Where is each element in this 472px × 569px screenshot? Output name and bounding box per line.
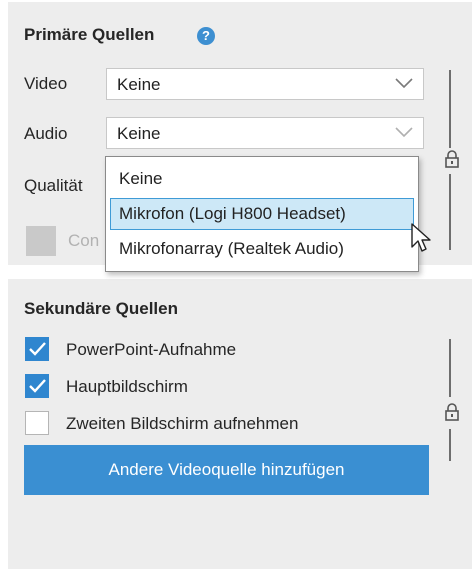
chevron-down-icon	[395, 78, 413, 89]
main-screen-checkbox[interactable]	[25, 374, 49, 398]
question-circle-icon[interactable]: ?	[197, 27, 215, 45]
video-select[interactable]: Keine	[106, 68, 424, 100]
video-label: Video	[24, 74, 68, 93]
audio-select-value: Keine	[117, 124, 161, 143]
add-video-source-button[interactable]: Andere Videoquelle hinzufügen	[24, 445, 429, 495]
lock-icon[interactable]	[444, 402, 460, 422]
secondary-sources-title: Sekundäre Quellen	[24, 299, 178, 318]
quality-label: Qualität	[24, 176, 83, 195]
primary-sources-title: Primäre Quellen	[24, 25, 155, 44]
audio-select[interactable]: Keine	[106, 117, 424, 149]
second-screen-label: Zweiten Bildschirm aufnehmen	[66, 414, 299, 433]
checkmark-icon	[29, 342, 46, 356]
link-line-bottom	[449, 429, 451, 461]
audio-label: Audio	[24, 124, 68, 143]
second-screen-checkbox[interactable]	[25, 411, 49, 435]
link-line-bottom	[449, 174, 451, 250]
powerpoint-checkbox[interactable]	[25, 337, 49, 361]
chevron-down-icon	[395, 127, 413, 138]
checkmark-icon	[29, 379, 46, 393]
link-line-top	[449, 70, 451, 148]
video-select-value: Keine	[117, 75, 161, 94]
audio-option-mic-array[interactable]: Mikrofonarray (Realtek Audio)	[110, 234, 414, 266]
link-line-top	[449, 339, 451, 397]
audio-dropdown-list: Keine Mikrofon (Logi H800 Headset) Mikro…	[105, 156, 419, 272]
mouse-pointer-icon	[411, 223, 431, 252]
disabled-checkbox	[26, 226, 56, 256]
powerpoint-label: PowerPoint-Aufnahme	[66, 340, 237, 359]
audio-option-headset[interactable]: Mikrofon (Logi H800 Headset)	[110, 198, 414, 230]
audio-option-none[interactable]: Keine	[110, 164, 414, 196]
secondary-sources-panel: Sekundäre Quellen PowerPoint-Aufnahme Ha…	[8, 279, 472, 569]
lock-icon[interactable]	[444, 149, 460, 169]
main-screen-label: Hauptbildschirm	[66, 377, 188, 396]
disabled-checkbox-label: Con	[68, 231, 100, 250]
